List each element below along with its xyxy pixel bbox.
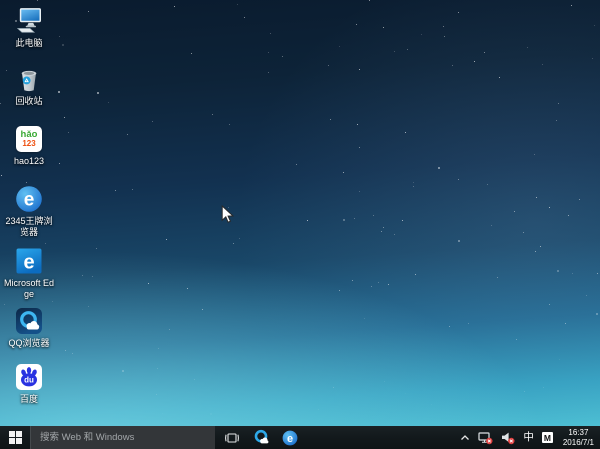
icon-label: 2345王牌浏览器 xyxy=(3,216,55,237)
qq-browser-icon xyxy=(253,429,270,446)
volume-muted-button[interactable] xyxy=(499,426,517,449)
recycle-bin-icon xyxy=(14,64,44,94)
tray-date: 2016/7/1 xyxy=(563,438,594,448)
mouse-cursor xyxy=(221,205,234,224)
desktop-icon-microsoft-edge[interactable]: e Microsoft Edge xyxy=(0,246,58,299)
ime-mode-button[interactable]: M xyxy=(540,426,555,449)
tray-time: 16:37 xyxy=(568,428,588,438)
hao123-icon: hǎo 123 xyxy=(14,124,44,154)
edge-icon: e xyxy=(14,246,44,276)
2345-browser-icon: e xyxy=(14,184,44,214)
svg-text:e: e xyxy=(24,190,35,211)
network-disconnected-icon xyxy=(478,431,493,445)
desktop-icon-qq-browser[interactable]: QQ浏览器 xyxy=(0,306,58,349)
network-status-button[interactable] xyxy=(476,426,495,449)
clock-button[interactable]: 16:37 2016/7/1 xyxy=(559,426,598,449)
svg-text:e: e xyxy=(287,432,293,444)
desktop-icon-baidu[interactable]: du 百度 xyxy=(0,362,58,405)
desktop-icon-2345-browser[interactable]: e 2345王牌浏览器 xyxy=(0,184,58,237)
task-view-icon xyxy=(224,431,240,445)
icon-label: Microsoft Edge xyxy=(3,278,55,299)
desktop-icon-this-pc[interactable]: 此电脑 xyxy=(0,6,58,49)
svg-text:du: du xyxy=(24,376,34,385)
start-button[interactable] xyxy=(0,426,30,449)
chevron-up-icon xyxy=(460,433,470,443)
system-tray: 中 M 16:37 2016/7/1 xyxy=(458,426,598,449)
taskbar-qq-browser-button[interactable] xyxy=(248,426,274,449)
taskbar-search-box[interactable] xyxy=(30,426,215,449)
this-pc-icon xyxy=(14,6,44,36)
ime-mode-indicator: M xyxy=(542,432,553,443)
2345-browser-icon: e xyxy=(282,430,298,446)
ime-language-button[interactable]: 中 xyxy=(521,426,536,449)
speaker-muted-icon xyxy=(501,431,515,445)
icon-label: 回收站 xyxy=(15,96,42,107)
ime-language-indicator: 中 xyxy=(523,432,534,443)
search-input[interactable] xyxy=(31,426,215,449)
taskbar-2345-browser-button[interactable]: e xyxy=(277,426,303,449)
desktop-icon-hao123[interactable]: hǎo 123 hao123 xyxy=(0,124,58,167)
baidu-icon: du xyxy=(14,362,44,392)
icon-label: 百度 xyxy=(20,394,38,405)
screen: 此电脑 回收站 hǎo 123 xyxy=(0,0,600,449)
icon-label: hao123 xyxy=(14,156,44,167)
tray-chevron-button[interactable] xyxy=(458,426,472,449)
svg-text:e: e xyxy=(23,252,34,274)
icon-label: QQ浏览器 xyxy=(8,338,49,349)
desktop-background[interactable]: 此电脑 回收站 hǎo 123 xyxy=(0,0,600,426)
task-view-button[interactable] xyxy=(219,426,245,449)
taskbar: e xyxy=(0,426,600,449)
qq-browser-icon xyxy=(14,306,44,336)
desktop-icon-recycle-bin[interactable]: 回收站 xyxy=(0,64,58,107)
icon-label: 此电脑 xyxy=(15,38,42,49)
windows-logo-icon xyxy=(9,431,22,444)
